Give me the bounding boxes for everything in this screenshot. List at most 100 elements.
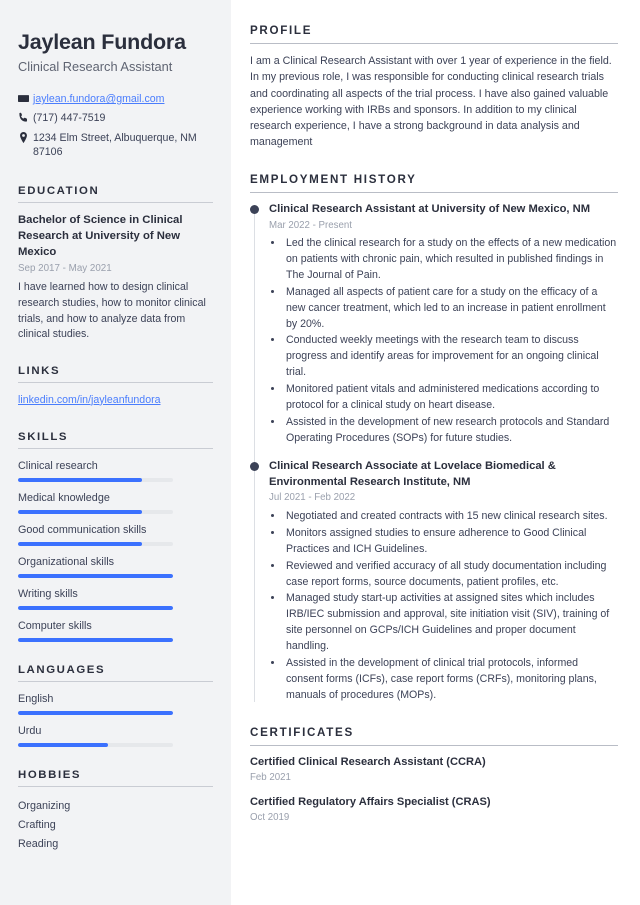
- certificate-date: Oct 2019: [250, 812, 290, 824]
- divider: [18, 202, 213, 204]
- skill-bar-fill: [18, 541, 142, 546]
- contact-address-row: 1234 Elm Street, Albuquerque, NM 87106: [18, 131, 213, 160]
- job-date: Jul 2021 - Feb 2022: [269, 492, 356, 504]
- skill-label: Organizational skills: [18, 555, 115, 568]
- section-skills: SKILLS Clinical research Medical knowled…: [18, 431, 213, 642]
- skill-label: Good communication skills: [18, 523, 147, 536]
- certificate-date: Feb 2021: [250, 772, 291, 784]
- job-title: Clinical Research Associate at Lovelace …: [269, 459, 556, 488]
- education-heading: EDUCATION: [18, 185, 100, 198]
- skill-bar: [18, 541, 173, 546]
- divider: [18, 381, 213, 383]
- skill-item: Computer skills: [18, 619, 213, 642]
- skill-item: Organizational skills: [18, 555, 213, 578]
- skill-bar: [18, 477, 173, 482]
- job-entry: Clinical Research Associate at Lovelace …: [250, 459, 618, 704]
- certificates-heading: CERTIFICATES: [250, 725, 354, 739]
- linkedin-link[interactable]: linkedin.com/in/jayleanfundora: [18, 394, 161, 406]
- job-bullets: Led the clinical research for a study on…: [269, 236, 618, 447]
- language-item: English: [18, 692, 213, 715]
- divider: [250, 744, 618, 746]
- divider: [18, 447, 213, 449]
- certificate-name: Certified Clinical Research Assistant (C…: [250, 755, 486, 768]
- language-bar-fill: [18, 742, 108, 747]
- skill-label: Clinical research: [18, 459, 98, 472]
- divider: [250, 191, 618, 193]
- candidate-name: Jaylean Fundora: [18, 30, 186, 54]
- job-bullet: Assisted in the development of new resea…: [284, 415, 618, 447]
- links-list: linkedin.com/in/jayleanfundora: [18, 393, 213, 409]
- divider: [18, 785, 213, 787]
- skill-item: Good communication skills: [18, 523, 213, 546]
- envelope-icon: [18, 92, 33, 104]
- languages-heading: LANGUAGES: [18, 663, 106, 676]
- job-bullet: Reviewed and verified accuracy of all st…: [284, 559, 618, 591]
- section-employment-history: EMPLOYMENT HISTORY Clinical Research Ass…: [250, 173, 618, 704]
- language-label: Urdu: [18, 724, 42, 737]
- skill-item: Writing skills: [18, 587, 213, 610]
- email-link[interactable]: jaylean.fundora@gmail.com: [33, 93, 164, 105]
- language-bar-fill: [18, 710, 173, 715]
- hobbies-heading: HOBBIES: [18, 768, 82, 781]
- job-bullet: Negotiated and created contracts with 15…: [284, 509, 618, 525]
- skill-bar: [18, 509, 173, 514]
- hobby-item: Reading: [18, 838, 59, 851]
- candidate-job-title: Clinical Research Assistant: [18, 58, 173, 74]
- profile-heading: PROFILE: [250, 24, 313, 37]
- certificate-item: Certified Clinical Research Assistant (C…: [250, 755, 618, 786]
- section-hobbies: HOBBIES Organizing Crafting Reading: [18, 769, 213, 855]
- hobby-item: Crafting: [18, 818, 56, 831]
- phone-value: (717) 447-7519: [33, 112, 106, 125]
- job-bullet: Assisted in the development of clinical …: [284, 656, 618, 704]
- contact-list: jaylean.fundora@gmail.com (717) 447-7519…: [18, 92, 213, 159]
- skill-label: Writing skills: [18, 587, 78, 600]
- language-label: English: [18, 692, 54, 705]
- sidebar: Jaylean Fundora Clinical Research Assist…: [0, 0, 231, 905]
- hobby-item: Organizing: [18, 799, 71, 812]
- education-item: Bachelor of Science in Clinical Research…: [18, 213, 213, 342]
- job-bullets: Negotiated and created contracts with 15…: [269, 509, 618, 704]
- employment-timeline: Clinical Research Assistant at Universit…: [250, 202, 618, 704]
- skill-item: Medical knowledge: [18, 491, 213, 514]
- section-certificates: CERTIFICATES Certified Clinical Research…: [250, 726, 618, 826]
- divider: [250, 43, 618, 44]
- skill-item: Clinical research: [18, 459, 213, 482]
- timeline-dot-icon: [250, 461, 259, 471]
- education-description: I have learned how to design clinical re…: [18, 281, 206, 341]
- phone-icon: [18, 111, 33, 123]
- map-pin-icon: [18, 131, 33, 143]
- job-bullet: Managed study start-up activities at ass…: [284, 591, 618, 655]
- profile-text: I am a Clinical Research Assistant with …: [250, 55, 612, 149]
- contact-email-row[interactable]: jaylean.fundora@gmail.com: [18, 92, 213, 106]
- language-bar: [18, 742, 173, 747]
- timeline-dot-icon: [250, 204, 259, 214]
- skill-bar-fill: [18, 637, 173, 642]
- section-languages: LANGUAGES English Urdu: [18, 664, 213, 747]
- links-heading: LINKS: [18, 364, 61, 377]
- section-profile: PROFILE I am a Clinical Research Assista…: [250, 24, 618, 151]
- job-entry: Clinical Research Assistant at Universit…: [250, 202, 618, 447]
- divider: [18, 680, 213, 682]
- skill-bar-fill: [18, 605, 173, 610]
- education-title: Bachelor of Science in Clinical Research…: [18, 214, 183, 258]
- skill-bar-fill: [18, 509, 142, 514]
- job-bullet: Monitored patient vitals and administere…: [284, 382, 618, 414]
- language-bar: [18, 710, 173, 715]
- certificate-name: Certified Regulatory Affairs Specialist …: [250, 795, 491, 808]
- skill-bar: [18, 605, 173, 610]
- section-links: LINKS linkedin.com/in/jayleanfundora: [18, 365, 213, 409]
- job-bullet: Managed all aspects of patient care for …: [284, 285, 618, 333]
- address-value: 1234 Elm Street, Albuquerque, NM 87106: [33, 131, 197, 158]
- job-bullet: Conducted weekly meetings with the resea…: [284, 333, 618, 381]
- language-item: Urdu: [18, 724, 213, 747]
- job-bullet: Monitors assigned studies to ensure adhe…: [284, 526, 618, 558]
- skill-bar-fill: [18, 477, 142, 482]
- job-date: Mar 2022 - Present: [269, 219, 352, 231]
- main-content: PROFILE I am a Clinical Research Assista…: [231, 0, 640, 905]
- skill-bar: [18, 637, 173, 642]
- skill-bar-fill: [18, 573, 173, 578]
- section-education: EDUCATION Bachelor of Science in Clinica…: [18, 185, 213, 342]
- job-title: Clinical Research Assistant at Universit…: [269, 202, 591, 215]
- contact-phone-row: (717) 447-7519: [18, 111, 213, 125]
- skill-label: Computer skills: [18, 619, 92, 632]
